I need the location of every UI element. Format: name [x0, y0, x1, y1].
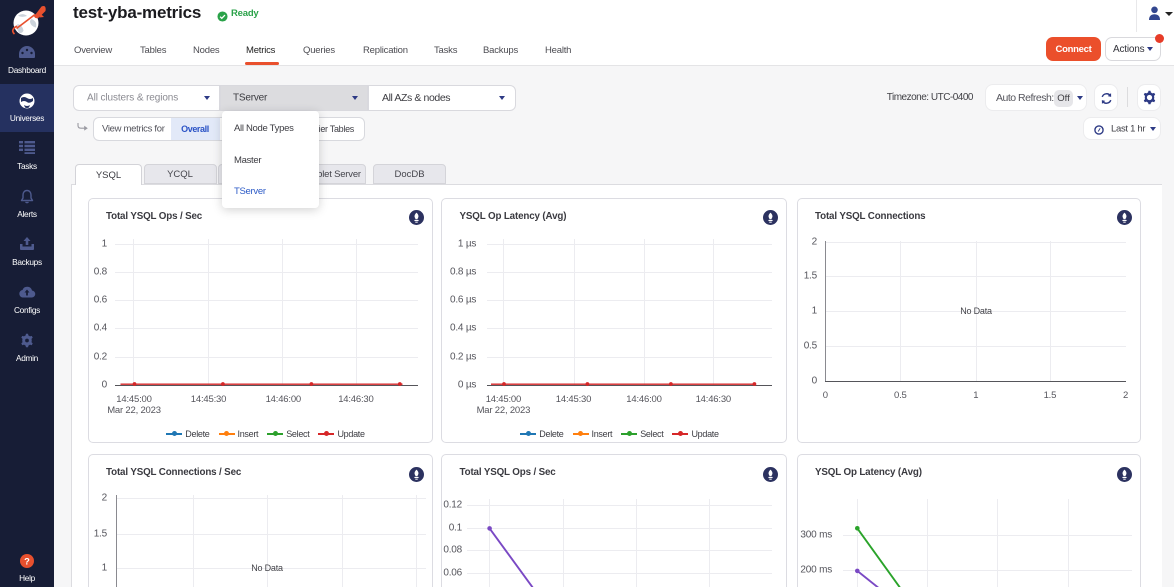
svg-text:?: ? [24, 556, 30, 566]
